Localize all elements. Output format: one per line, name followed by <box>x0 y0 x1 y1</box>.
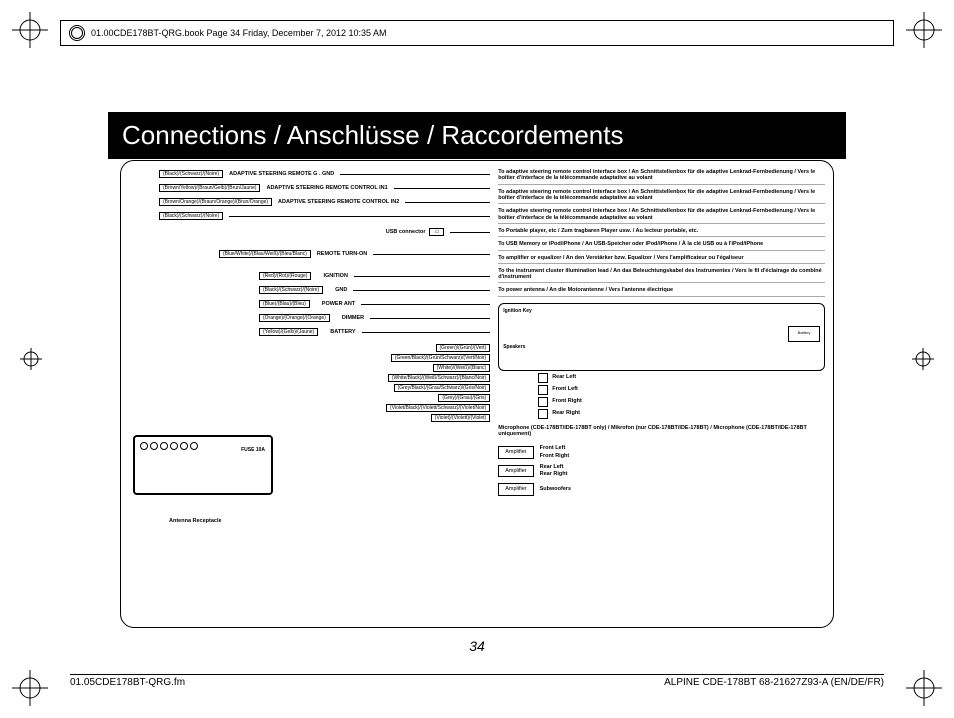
registration-mark-icon <box>20 348 42 370</box>
rca-plugs-icon <box>139 441 199 461</box>
print-metadata: 01.00CDE178BT-QRG.book Page 34 Friday, D… <box>60 20 894 46</box>
registration-mark-icon <box>912 348 934 370</box>
amplifier-row: AmplifierSubwoofers <box>498 481 825 498</box>
destination-text: To USB Memory or iPod/iPhone / An USB-Sp… <box>498 239 825 250</box>
print-meta-text: 01.00CDE178BT-QRG.book Page 34 Friday, D… <box>91 28 387 38</box>
crop-mark-icon <box>906 12 942 48</box>
destination-text: To Portable player, etc / Zum tragbaren … <box>498 226 825 237</box>
wire-row: (Brown/Orange)/(Braun/Orange)/(Brun/Oran… <box>129 195 490 209</box>
destination-text: To adaptive steering remote control inte… <box>498 167 825 185</box>
page-number: 34 <box>0 638 954 654</box>
book-mark-icon <box>69 25 85 41</box>
amplifier-box: Amplifier <box>498 465 533 478</box>
destination-text: To adaptive steering remote control inte… <box>498 206 825 224</box>
head-unit: FUSE 10A <box>133 435 273 495</box>
wire-row: (White/Black)/(Weiß/Schwarz)/(Blanc/Noir… <box>129 373 490 383</box>
amplifier-row: AmplifierRear LeftRear Right <box>498 463 825 480</box>
wiring-left-column: (Black)/(Schwarz)/(Noire)ADAPTIVE STEERI… <box>129 167 490 615</box>
speaker-icon <box>538 385 548 395</box>
wire-row: (Yellow)/(Gelb)/(Jaune)BATTERY <box>129 325 490 339</box>
wire-row: (Violet/Black)/(Violett/Schwarz)/(Violet… <box>129 403 490 413</box>
amplifier-box: Amplifier <box>498 446 533 459</box>
speaker-icon <box>538 373 548 383</box>
vehicle-block: Ignition Key Speakers Battery <box>498 303 825 371</box>
destination-text: To the instrument cluster illumination l… <box>498 266 825 284</box>
microphone-note: Microphone (CDE-178BT/IDE-178BT only) / … <box>498 425 825 438</box>
wire-row: (White)/(Weiß)/(Blanc) <box>129 363 490 373</box>
wire-row: (Green/Black)/(Grün/Schwarz)/(Vert/Noir) <box>129 353 490 363</box>
wire-row: (Black)/(Schwarz)/(Noire) <box>129 209 490 223</box>
destination-text: To power antenna / An die Motorantenne /… <box>498 285 825 296</box>
antenna-receptacle-label: Antenna Receptacle <box>169 518 222 525</box>
crop-mark-icon <box>906 670 942 706</box>
wire-row: (Red)/(Rot)/(Rouge)IGNITION <box>129 269 490 283</box>
speaker-label: Front Left <box>538 385 825 395</box>
amplifier-box: Amplifier <box>498 483 533 496</box>
speaker-label: Rear Left <box>538 373 825 383</box>
wire-row: (Blue)/(Blau)/(Bleu)POWER ANT <box>129 297 490 311</box>
crop-mark-icon <box>12 12 48 48</box>
speaker-label: Rear Right <box>538 409 825 419</box>
wire-row: (Black)/(Schwarz)/(Noire)ADAPTIVE STEERI… <box>129 167 490 181</box>
crop-mark-icon <box>12 670 48 706</box>
speakers-heading: Speakers <box>503 344 525 350</box>
destination-text: To adaptive steering remote control inte… <box>498 187 825 205</box>
page-footer: 01.05CDE178BT-QRG.fm ALPINE CDE-178BT 68… <box>70 674 884 688</box>
destination-text: To amplifier or equalizer / An den Verst… <box>498 253 825 264</box>
wire-row: (Orange)/(Orange)/(Orange)DIMMER <box>129 311 490 325</box>
speaker-icon <box>538 409 548 419</box>
wire-row: (Grey/Black)/(Grau/Schwarz)/(Gris/Noir) <box>129 383 490 393</box>
wiring-right-column: To adaptive steering remote control inte… <box>498 167 825 615</box>
battery-icon: Battery <box>788 326 820 342</box>
wire-row: (Brown/Yellow)/(Braun/Gelb)/(Brun/Jaune)… <box>129 181 490 195</box>
fuse-label: FUSE 10A <box>241 447 265 453</box>
wiring-diagram: (Black)/(Schwarz)/(Noire)ADAPTIVE STEERI… <box>120 160 834 628</box>
speaker-label: Front Right <box>538 397 825 407</box>
ignition-key-label: Ignition Key <box>503 308 820 314</box>
amplifier-row: AmplifierFront LeftFront Right <box>498 444 825 461</box>
usb-row: USB connector▭ <box>129 223 490 241</box>
wire-row: (Violet)/(Violett)/(Violet) <box>129 413 490 423</box>
wire-row: (Green)/(Grün)/(Vert) <box>129 343 490 353</box>
footer-right: ALPINE CDE-178BT 68-21627Z93-A (EN/DE/FR… <box>664 677 884 688</box>
wire-row: (Black)/(Schwarz)/(Noire)GND <box>129 283 490 297</box>
wire-row: (Blue/White)/(Blau/Weiß)/(Bleu/Blanc)REM… <box>129 247 490 261</box>
footer-left: 01.05CDE178BT-QRG.fm <box>70 677 185 688</box>
wire-row: (Grey)/(Grau)/(Gris) <box>129 393 490 403</box>
usb-connector-icon: ▭ <box>429 228 444 236</box>
speaker-icon <box>538 397 548 407</box>
section-title: Connections / Anschlüsse / Raccordements <box>108 112 846 159</box>
